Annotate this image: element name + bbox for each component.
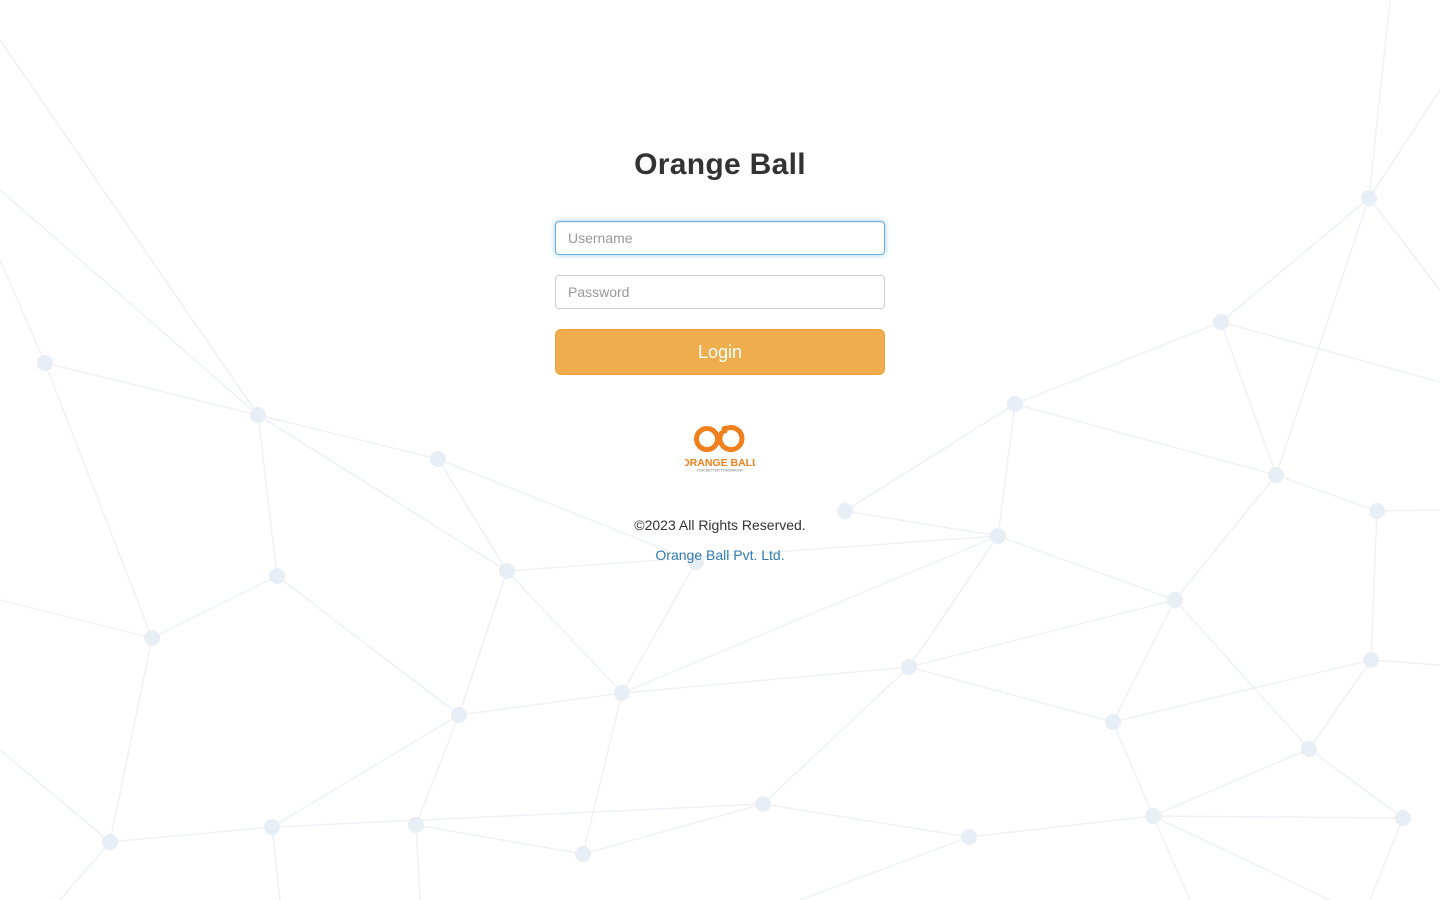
network-line	[437, 458, 508, 572]
network-line	[276, 575, 460, 716]
network-node	[1301, 741, 1317, 757]
network-line	[997, 403, 1016, 537]
network-node	[1213, 314, 1229, 330]
network-line	[762, 803, 970, 838]
network-node	[37, 355, 53, 371]
network-line	[257, 414, 439, 460]
network-line	[997, 535, 1176, 601]
network-line	[582, 692, 623, 855]
network-line	[59, 841, 111, 900]
network-line	[151, 575, 278, 639]
network-node	[1105, 714, 1121, 730]
network-node	[408, 817, 424, 833]
network-line	[1152, 815, 1191, 900]
network-node	[901, 659, 917, 675]
network-line	[1369, 817, 1404, 900]
network-node	[499, 563, 515, 579]
network-node	[102, 834, 118, 850]
network-line	[621, 561, 697, 694]
network-line	[0, 749, 111, 843]
network-line	[109, 826, 273, 843]
network-line	[1174, 599, 1310, 750]
network-node	[961, 829, 977, 845]
username-input[interactable]	[555, 221, 885, 255]
network-line	[271, 803, 764, 828]
network-line	[1370, 659, 1440, 666]
network-node	[250, 407, 266, 423]
network-line	[1368, 0, 1391, 199]
copyright-text: ©2023 All Rights Reserved.	[634, 517, 806, 533]
network-node	[430, 451, 446, 467]
network-line	[908, 666, 1114, 723]
network-node	[1361, 190, 1377, 206]
network-line	[1220, 321, 1277, 476]
network-line	[1152, 748, 1310, 817]
login-panel: Orange Ball Login ORANGE BALL FOR BETTER…	[555, 140, 885, 565]
network-line	[1220, 197, 1370, 323]
network-node	[990, 528, 1006, 544]
password-input[interactable]	[555, 275, 885, 309]
network-line	[1174, 474, 1277, 601]
network-line	[1275, 474, 1378, 512]
network-line	[1152, 815, 1331, 900]
network-line	[1014, 321, 1222, 405]
network-line	[458, 692, 623, 716]
network-line	[257, 414, 278, 577]
network-line	[799, 836, 970, 900]
company-link[interactable]: Orange Ball Pvt. Ltd.	[655, 545, 784, 565]
page-title: Orange Ball	[634, 148, 806, 181]
network-node	[264, 819, 280, 835]
network-line	[762, 666, 910, 805]
network-line	[415, 824, 584, 855]
svg-text:ORANGE BALL: ORANGE BALL	[685, 457, 755, 469]
network-line	[271, 826, 281, 900]
network-line	[1370, 510, 1378, 661]
network-node	[1395, 810, 1411, 826]
network-line	[908, 599, 1176, 668]
network-line	[1376, 509, 1440, 512]
network-line	[458, 570, 508, 716]
network-node	[144, 630, 160, 646]
network-line	[621, 666, 910, 694]
network-line	[415, 824, 421, 900]
network-node	[451, 707, 467, 723]
network-node	[1369, 503, 1385, 519]
orange-ball-logo: ORANGE BALL FOR BETTER TOMORROW	[685, 425, 755, 473]
network-line	[1112, 599, 1176, 723]
network-line	[1112, 721, 1154, 817]
network-line	[44, 362, 153, 639]
network-node	[269, 568, 285, 584]
network-node	[755, 796, 771, 812]
network-line	[0, 189, 259, 416]
network-line	[415, 714, 460, 826]
network-line	[1368, 197, 1440, 291]
network-node	[575, 846, 591, 862]
network-line	[109, 637, 153, 843]
network-line	[1308, 748, 1404, 819]
network-line	[1014, 403, 1277, 476]
network-line	[1112, 659, 1372, 723]
login-button[interactable]: Login	[555, 329, 885, 375]
network-line	[506, 570, 623, 694]
network-line	[968, 815, 1154, 838]
network-line	[0, 599, 153, 639]
network-line	[0, 259, 46, 364]
network-node	[1167, 592, 1183, 608]
network-line	[1220, 321, 1440, 383]
network-node	[614, 685, 630, 701]
network-line	[271, 714, 460, 828]
network-line	[1275, 197, 1370, 476]
network-line	[257, 414, 508, 572]
network-node	[1145, 808, 1161, 824]
svg-text:FOR BETTER TOMORROW: FOR BETTER TOMORROW	[697, 469, 743, 473]
network-line	[44, 362, 259, 416]
network-node	[1007, 396, 1023, 412]
network-line	[1368, 89, 1440, 199]
network-node	[1268, 467, 1284, 483]
network-line	[1152, 815, 1404, 819]
network-node	[1363, 652, 1379, 668]
